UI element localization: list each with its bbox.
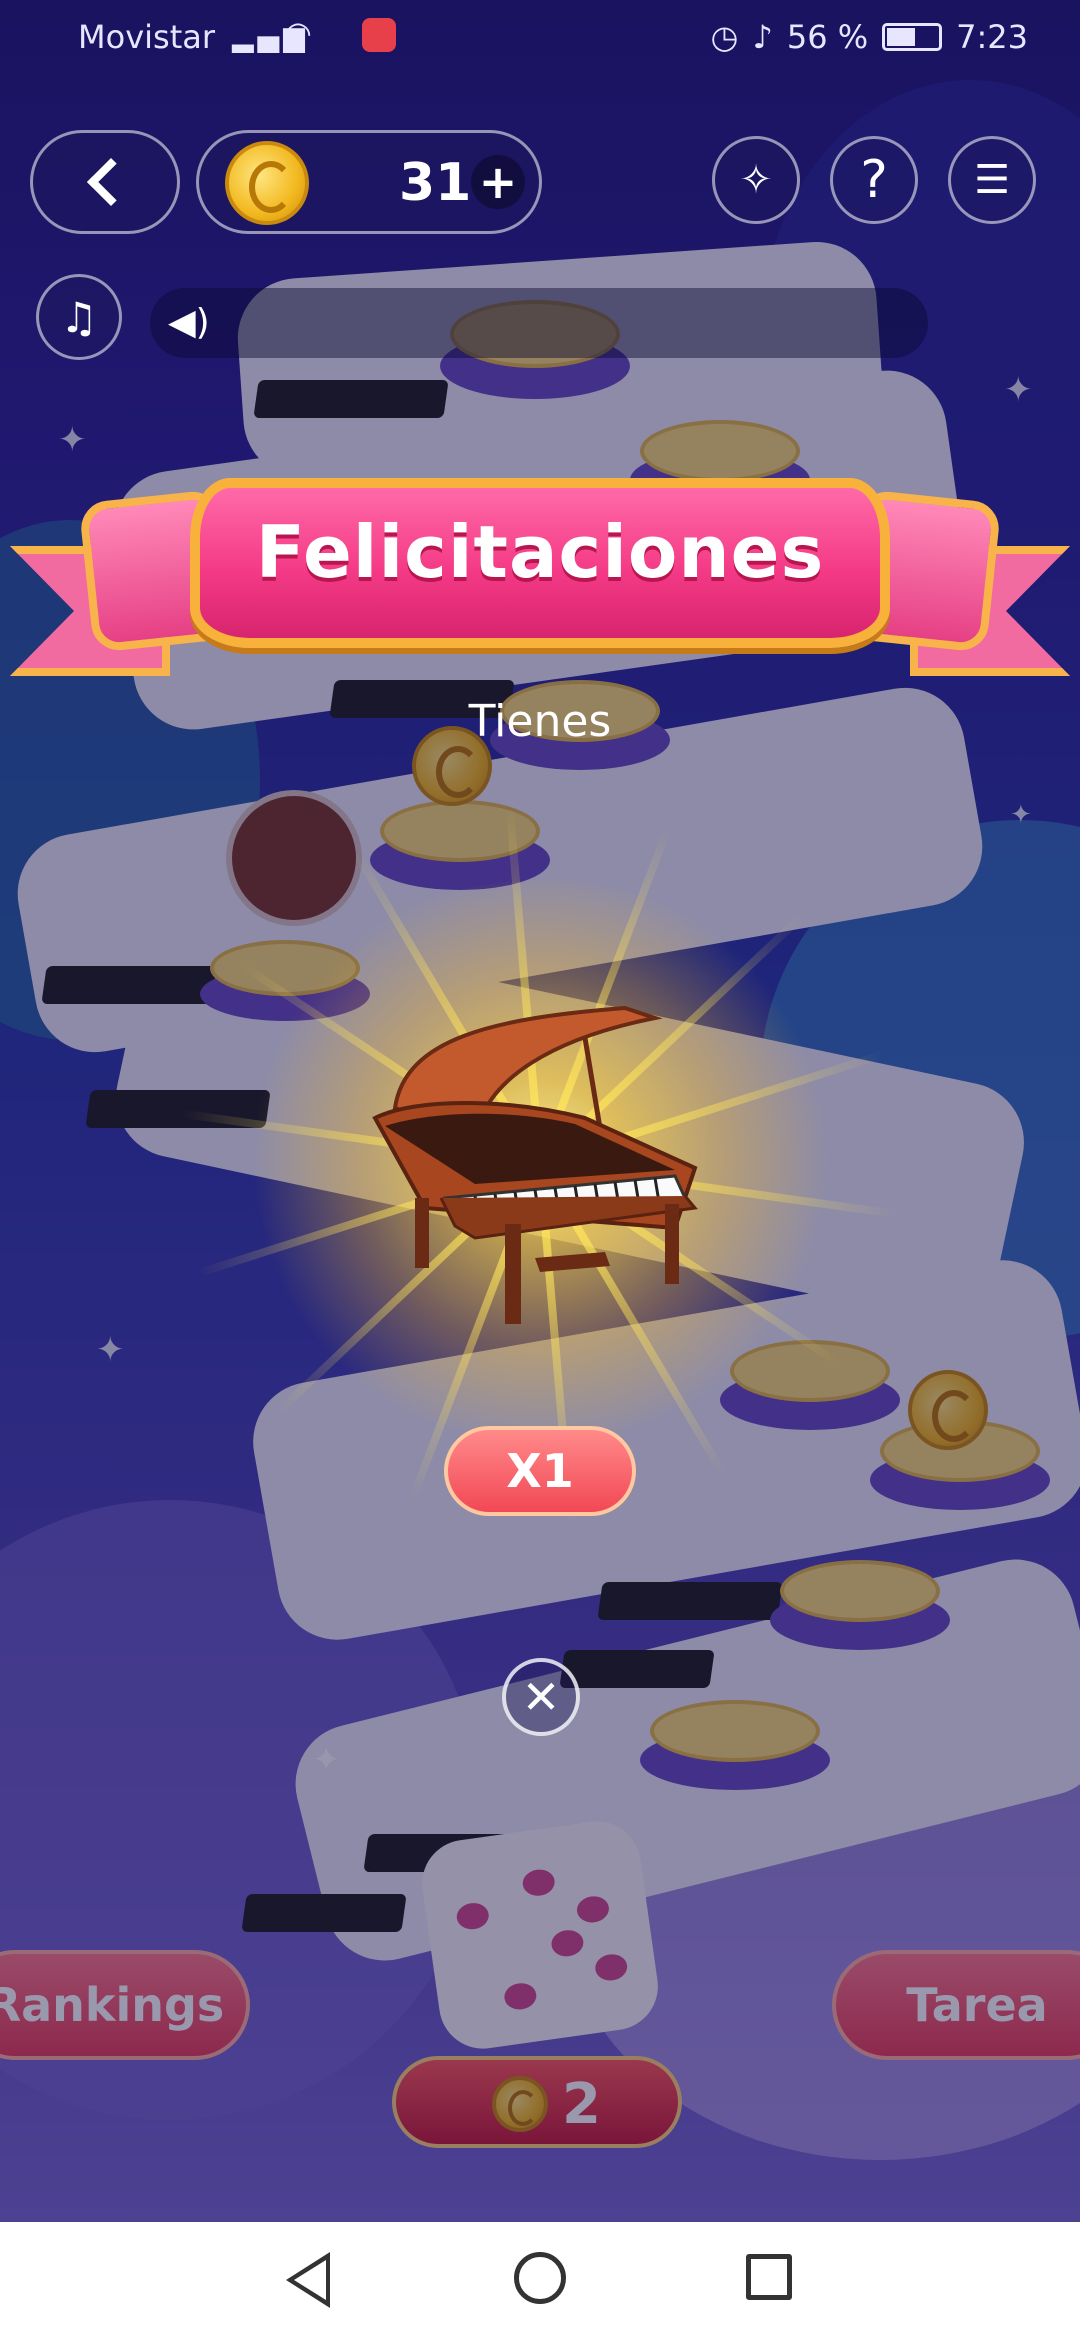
coin-count: 31 [399,153,472,213]
history-button[interactable]: ☰ [948,136,1036,224]
modal-title: Felicitaciones [255,510,825,594]
music-note-icon: ♫ [60,292,98,342]
alarm-icon: ◷ [710,18,739,56]
nav-recents-icon[interactable] [746,2254,792,2300]
mute-icon: ♪ [752,18,773,56]
modal-subtitle: Tienes [468,696,612,747]
battery-icon [882,23,943,51]
question-icon: ? [860,150,888,210]
reward-quantity-badge: X1 [444,1426,636,1516]
grand-piano-icon [372,1005,698,1324]
clock: 7:23 [956,18,1028,56]
reward-quantity: X1 [506,1444,574,1498]
huawei-app-icon [362,18,396,52]
status-bar: Movistar ▂▄▆ ◠ ◷ ♪ 56 % 7:23 [0,0,1080,76]
nav-back-icon[interactable] [286,2252,330,2308]
magic-wand-button[interactable]: ✧ [712,136,800,224]
music-toggle-button[interactable]: ♫ [36,274,122,360]
chevron-left-icon [86,157,136,207]
close-button[interactable]: ✕ [502,1658,580,1736]
coin-balance[interactable]: 31 + [196,130,542,234]
add-coins-icon[interactable]: + [471,155,525,209]
wifi-icon: ◠ [284,14,312,52]
announcement-bar: ◀) [150,288,928,358]
help-button[interactable]: ? [830,136,918,224]
speaker-icon: ◀) [168,302,210,343]
back-button[interactable] [30,130,180,234]
coin-icon [225,141,309,225]
system-nav-bar [0,2222,1080,2340]
list-clock-icon: ☰ [974,157,1010,203]
carrier-name: Movistar [78,18,215,56]
battery-percent: 56 % [786,18,869,56]
close-icon: ✕ [521,1670,561,1724]
magic-wand-icon: ✧ [739,157,773,203]
nav-home-icon[interactable] [514,2252,566,2304]
